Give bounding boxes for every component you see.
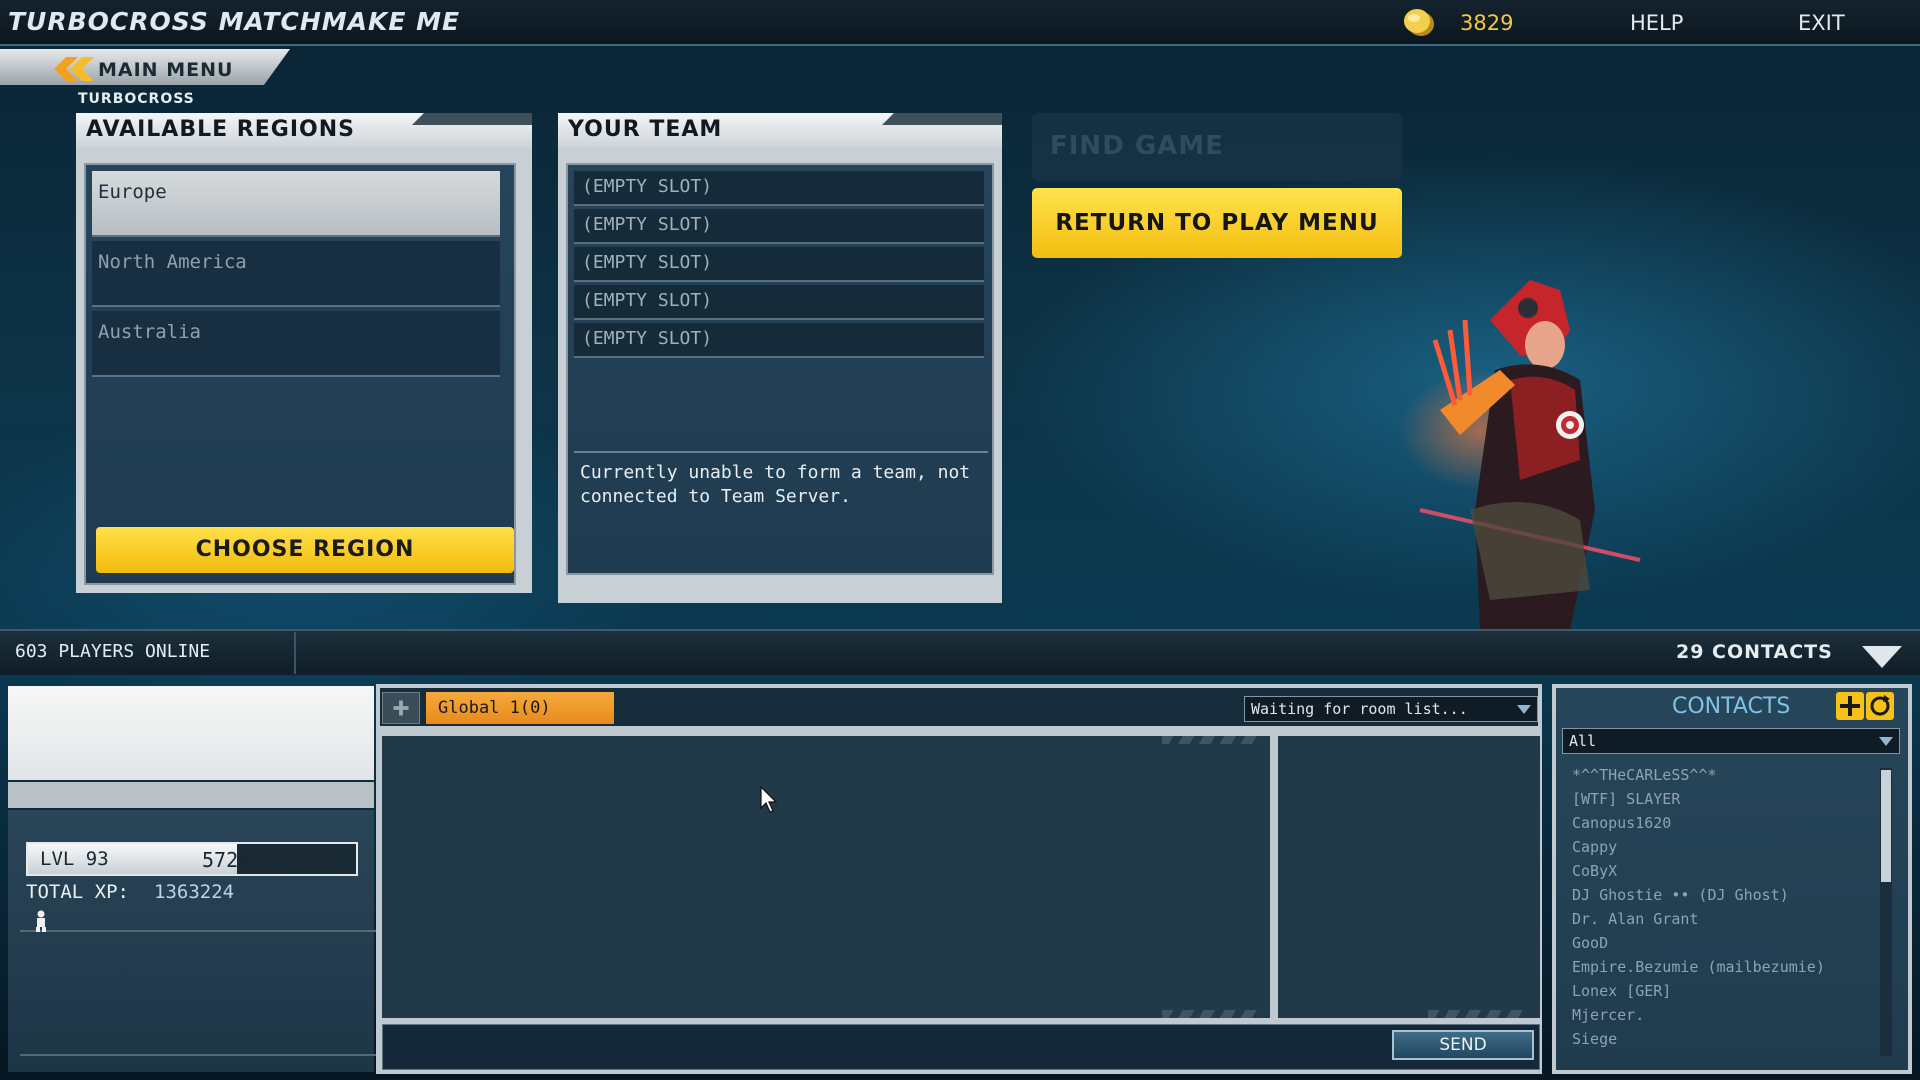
team-status-message: Currently unable to form a team, not con…: [580, 462, 971, 507]
divider: [20, 1054, 380, 1056]
contact-item[interactable]: GooD: [1572, 934, 1608, 952]
team-slot[interactable]: (EMPTY SLOT): [574, 171, 984, 206]
team-title: YOUR TEAM: [568, 117, 723, 142]
plus-icon[interactable]: [382, 692, 420, 724]
contact-item[interactable]: [WTF] SLAYER: [1572, 790, 1680, 808]
team-panel: YOUR TEAM (EMPTY SLOT) (EMPTY SLOT) (EMP…: [558, 113, 1002, 603]
choose-region-button[interactable]: CHOOSE REGION: [96, 527, 514, 573]
divider: [20, 930, 380, 932]
total-xp-label: TOTAL XP:: [26, 881, 129, 903]
coins-icon: [1404, 9, 1434, 36]
region-item-north-america[interactable]: North America: [92, 241, 500, 307]
contact-item[interactable]: Canopus1620: [1572, 814, 1671, 832]
refresh-icon[interactable]: [1866, 692, 1894, 720]
decorative-stripes: [1162, 1010, 1262, 1018]
contacts-scrollbar-thumb[interactable]: [1881, 770, 1891, 882]
team-slot[interactable]: (EMPTY SLOT): [574, 247, 984, 282]
help-link[interactable]: HELP: [1630, 11, 1683, 35]
contact-item[interactable]: Dr. Alan Grant: [1572, 910, 1698, 928]
team-slot[interactable]: (EMPTY SLOT): [574, 323, 984, 358]
decorative-stripes: [1428, 1010, 1528, 1018]
team-slot[interactable]: (EMPTY SLOT): [574, 209, 984, 244]
chevron-down-icon: [1517, 705, 1531, 714]
mouse-cursor-icon: [760, 786, 778, 813]
team-slots: (EMPTY SLOT) (EMPTY SLOT) (EMPTY SLOT) (…: [566, 163, 994, 575]
room-select[interactable]: Waiting for room list...: [1244, 696, 1538, 722]
team-panel-header: YOUR TEAM: [558, 113, 1002, 147]
panel-notch: [412, 113, 532, 125]
chat-user-list[interactable]: [1278, 736, 1540, 1018]
main-menu-label: MAIN MENU: [98, 59, 234, 81]
chat-messages[interactable]: [382, 736, 1270, 1018]
exit-link[interactable]: EXIT: [1798, 11, 1845, 35]
contact-item[interactable]: *^^THeCARLeSS^^*: [1572, 766, 1717, 784]
regions-panel: AVAILABLE REGIONS Europe North America A…: [76, 113, 532, 593]
avatar-strip: [8, 782, 374, 808]
region-item-europe[interactable]: Europe: [92, 171, 500, 237]
total-xp-value: 1363224: [154, 881, 235, 903]
character-illustration: [1400, 280, 1641, 630]
chat-input[interactable]: [382, 1024, 1540, 1070]
contact-item[interactable]: Empire.Bezumie (mailbezumie): [1572, 958, 1825, 976]
contact-item[interactable]: Siege: [1572, 1030, 1617, 1048]
team-slot[interactable]: (EMPTY SLOT): [574, 285, 984, 320]
contact-item[interactable]: Cappy: [1572, 838, 1617, 856]
regions-panel-header: AVAILABLE REGIONS: [76, 113, 532, 147]
add-contact-plus-icon[interactable]: [1836, 692, 1864, 720]
decorative-stripes: [1162, 736, 1262, 744]
player-level: LVL 93: [40, 848, 109, 870]
chevron-down-icon: [1879, 737, 1893, 746]
contact-item[interactable]: DJ Ghostie •• (DJ Ghost): [1572, 886, 1789, 904]
return-to-play-menu-button[interactable]: RETURN TO PLAY MENU: [1032, 188, 1402, 258]
contact-item[interactable]: CoByX: [1572, 862, 1617, 880]
regions-title: AVAILABLE REGIONS: [86, 117, 355, 142]
avatar: [8, 686, 374, 780]
contact-item[interactable]: Lonex [GER]: [1572, 982, 1671, 1000]
status-bar: [0, 629, 1920, 675]
coin-count: 3829: [1460, 11, 1514, 35]
divider: [294, 632, 296, 674]
send-button[interactable]: SEND: [1392, 1030, 1534, 1060]
back-arrow-icon: [54, 57, 94, 81]
contact-list: *^^THeCARLeSS^^* [WTF] SLAYER Canopus162…: [1566, 766, 1876, 1064]
person-icon: [36, 910, 46, 932]
divider: [574, 451, 988, 453]
contacts-title: CONTACTS: [1672, 694, 1791, 719]
game-subtitle: TURBOCROSS: [78, 91, 195, 107]
regions-list: Europe North America Australia CHOOSE RE…: [84, 163, 516, 585]
region-item-australia[interactable]: Australia: [92, 311, 500, 377]
players-online: 603 PLAYERS ONLINE: [15, 641, 211, 662]
find-game-label: FIND GAME: [1050, 131, 1224, 161]
xp-values: 5724 / 9000: [202, 848, 335, 872]
chevron-down-icon[interactable]: [1862, 644, 1902, 670]
panel-notch: [882, 113, 1002, 125]
chat-tab-global[interactable]: Global 1(0): [426, 692, 614, 724]
contact-filter-select[interactable]: All: [1562, 728, 1900, 754]
app-title: TURBOCROSS MATCHMAKE ME: [8, 7, 461, 36]
contacts-count: 29 CONTACTS: [1676, 641, 1833, 663]
contact-item[interactable]: Mjercer.: [1572, 1006, 1644, 1024]
